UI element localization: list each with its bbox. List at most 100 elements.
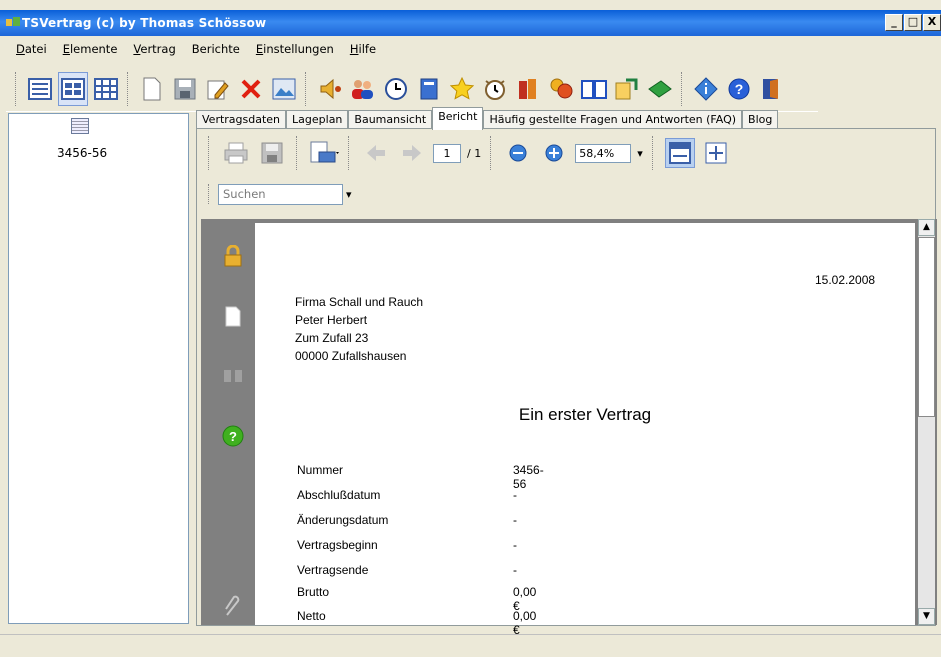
report-toolbar-separator <box>490 136 494 170</box>
fit-page-icon[interactable] <box>701 138 731 168</box>
pages-icon[interactable] <box>221 305 245 329</box>
field-row: Vertragsende - <box>297 563 517 583</box>
field-value: - <box>513 538 517 552</box>
toolbar-separator <box>305 71 309 106</box>
grid-view-icon[interactable] <box>91 72 121 106</box>
field-label: Änderungsdatum <box>297 513 389 527</box>
tab-faq[interactable]: Häufig gestellte Fragen und Antworten (F… <box>483 110 743 130</box>
tab-bericht[interactable]: Bericht <box>432 107 484 130</box>
tile-view-icon[interactable] <box>58 71 88 106</box>
menu-vertrag[interactable]: Vertrag <box>133 38 191 60</box>
toolbar-grip[interactable] <box>15 71 19 106</box>
contract-list-item[interactable]: 3456-56 <box>57 146 107 160</box>
address-line: 00000 Zufallshausen <box>295 349 407 363</box>
minimize-button[interactable]: _ <box>885 14 903 31</box>
application-window: TSVertrag (c) by Thomas Schössow _ □ X D… <box>0 0 941 657</box>
users-icon[interactable] <box>348 72 378 106</box>
help-icon[interactable]: ? <box>724 72 754 106</box>
edit-icon[interactable] <box>203 72 233 106</box>
menu-elemente[interactable]: Elemente <box>63 38 134 60</box>
delete-icon[interactable] <box>236 72 266 106</box>
main-toolbar: ? <box>6 66 818 112</box>
report-viewer: ? 15.02.2008 Firma Schall und Rauch Pete… <box>201 219 937 637</box>
close-button[interactable]: X <box>923 14 941 31</box>
exit-icon[interactable] <box>757 72 787 106</box>
contract-document-icon[interactable] <box>71 118 89 134</box>
money-icon[interactable] <box>546 72 576 106</box>
books-icon[interactable] <box>513 72 543 106</box>
list-view-icon[interactable] <box>25 72 55 106</box>
field-label: Nummer <box>297 463 344 477</box>
new-document-icon[interactable] <box>137 72 167 106</box>
attachment-icon[interactable] <box>221 595 245 619</box>
field-label: Vertragsende <box>297 563 369 577</box>
contract-list-panel: 3456-56 <box>8 113 189 624</box>
field-label: Abschlußdatum <box>297 488 381 502</box>
open-book-icon[interactable] <box>579 72 609 106</box>
page-total-label: / 1 <box>467 146 482 160</box>
address-line: Peter Herbert <box>295 313 368 327</box>
previous-page-icon[interactable] <box>361 138 391 168</box>
address-line: Zum Zufall 23 <box>295 331 369 345</box>
print-icon[interactable] <box>221 138 251 168</box>
info-icon[interactable] <box>691 72 721 106</box>
menu-hilfe[interactable]: Hilfe <box>350 38 392 60</box>
menu-einstellungen[interactable]: Einstellungen <box>256 38 350 60</box>
scroll-up-arrow-icon[interactable]: ▲ <box>918 219 935 236</box>
report-tab-page: 1 / 1 58,4% ▾ Suchen ▾ ? 15.02.2008 Firm… <box>196 128 937 637</box>
menu-datei[interactable]: Datei <box>16 38 63 60</box>
tab-vertragsdaten[interactable]: Vertragsdaten <box>196 110 287 130</box>
tab-lageplan[interactable]: Lageplan <box>286 110 349 130</box>
alarm-icon[interactable] <box>480 72 510 106</box>
current-page-input[interactable]: 1 <box>433 143 461 163</box>
title-bar[interactable]: TSVertrag (c) by Thomas Schössow _ □ X <box>0 10 941 36</box>
report-toolbar-separator <box>348 136 352 170</box>
vertical-scrollbar[interactable]: ▲ ▼ <box>918 219 935 625</box>
search-row: Suchen ▾ <box>205 181 352 207</box>
tab-bar: Vertragsdaten Lageplan Baumansicht Beric… <box>196 107 779 130</box>
document-date: 15.02.2008 <box>815 273 876 287</box>
tab-blog[interactable]: Blog <box>742 110 779 130</box>
search-input[interactable]: Suchen <box>218 183 343 205</box>
field-row: Netto 0,00 € <box>297 609 536 637</box>
document-title: Ein erster Vertrag <box>518 405 652 424</box>
search-dropdown-arrow-icon[interactable]: ▾ <box>346 188 352 201</box>
toolbar-separator <box>127 71 131 106</box>
zoom-out-icon[interactable] <box>503 138 533 168</box>
field-value: 3456-56 <box>513 463 544 491</box>
zoom-dropdown-arrow-icon[interactable]: ▾ <box>637 147 643 160</box>
zoom-in-icon[interactable] <box>539 138 569 168</box>
scroll-thumb[interactable] <box>918 237 935 417</box>
svg-text:?: ? <box>735 81 744 97</box>
field-row: Nummer 3456-56 <box>297 463 544 491</box>
address-line: Firma Schall und Rauch <box>295 295 424 309</box>
maximize-button[interactable]: □ <box>904 14 922 31</box>
search-toolbar-grip[interactable] <box>208 184 212 204</box>
export-save-icon[interactable] <box>257 138 287 168</box>
transfer-icon[interactable] <box>612 72 642 106</box>
report-page: 15.02.2008 Firma Schall und Rauch Peter … <box>255 223 915 637</box>
field-row: Änderungsdatum - <box>297 513 517 533</box>
report-toolbar-grip[interactable] <box>208 136 212 170</box>
speaker-icon[interactable] <box>315 72 345 106</box>
binoculars-icon[interactable] <box>221 365 245 389</box>
fit-width-icon[interactable] <box>664 138 695 168</box>
scroll-down-arrow-icon[interactable]: ▼ <box>918 608 935 625</box>
clock-icon[interactable] <box>381 72 411 106</box>
tab-baumansicht[interactable]: Baumansicht <box>348 110 433 130</box>
star-icon[interactable] <box>447 72 477 106</box>
image-icon[interactable] <box>269 72 299 106</box>
field-value: - <box>513 513 517 527</box>
page-setup-icon[interactable] <box>309 138 339 168</box>
help-circle-icon[interactable]: ? <box>221 425 245 449</box>
cash-icon[interactable] <box>645 72 675 106</box>
save-icon[interactable] <box>170 72 200 106</box>
zoom-level-select[interactable]: 58,4% <box>575 143 632 163</box>
field-row: Brutto 0,00 € <box>297 585 536 613</box>
menu-berichte[interactable]: Berichte <box>192 38 256 60</box>
lock-icon[interactable] <box>221 244 245 269</box>
window-title: TSVertrag (c) by Thomas Schössow <box>22 16 267 30</box>
field-row: Abschlußdatum - <box>297 488 517 508</box>
next-page-icon[interactable] <box>397 138 427 168</box>
book-icon[interactable] <box>414 72 444 106</box>
